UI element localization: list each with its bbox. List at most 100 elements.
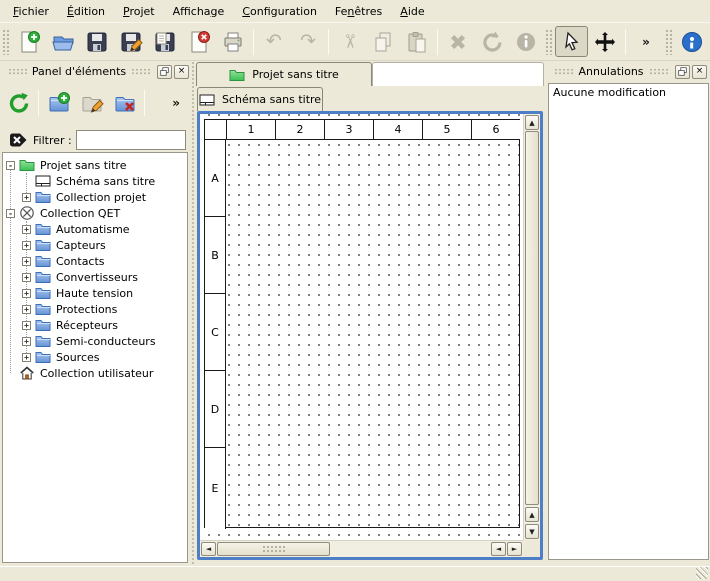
- tree-item-convertisseurs[interactable]: + Convertisseurs: [3, 269, 187, 285]
- up-arrow-icon: ▲: [529, 511, 534, 519]
- edit-category-button[interactable]: [75, 87, 108, 120]
- undo-panel-titlebar[interactable]: Annulations ×: [549, 62, 707, 81]
- about-info-button[interactable]: [675, 26, 709, 58]
- menu-aide[interactable]: Aide: [391, 2, 433, 21]
- paste-button[interactable]: [400, 26, 434, 58]
- undo-history-list[interactable]: Aucune modification: [548, 83, 709, 560]
- scroll-up-button[interactable]: ▲: [525, 115, 539, 130]
- expander-icon[interactable]: +: [22, 305, 31, 314]
- open-folder-icon: [51, 30, 75, 54]
- delete-category-button[interactable]: [108, 87, 141, 120]
- tree-item-automatisme[interactable]: + Automatisme: [3, 221, 187, 237]
- clear-filter-icon[interactable]: [8, 130, 28, 150]
- reload-collections-button[interactable]: [2, 87, 35, 120]
- save-button[interactable]: [80, 26, 114, 58]
- redo-button[interactable]: ↷: [291, 26, 325, 58]
- menu-edition[interactable]: Édition: [58, 2, 114, 21]
- save-all-button[interactable]: [148, 26, 182, 58]
- row-header: A: [205, 140, 226, 217]
- expander-icon[interactable]: +: [22, 257, 31, 266]
- schematic-view[interactable]: 1 2 3 4 5 6 A B C D E: [197, 111, 543, 560]
- expander-icon[interactable]: +: [22, 321, 31, 330]
- menu-fichier[interactable]: Fichier: [4, 2, 58, 21]
- toolbar-drag-handle[interactable]: [2, 29, 10, 55]
- panel-overflow-button[interactable]: »: [172, 96, 190, 110]
- scroll-left-button[interactable]: ◄: [201, 542, 216, 556]
- scroll-left-button[interactable]: ◄: [491, 542, 506, 556]
- tree-item-semi-conducteurs[interactable]: + Semi-conducteurs: [3, 333, 187, 349]
- toolbar-drag-handle[interactable]: [545, 29, 553, 55]
- folder-add-icon: [47, 91, 71, 115]
- toolbar-overflow-button[interactable]: »: [629, 26, 663, 58]
- expander-icon[interactable]: -: [6, 209, 15, 218]
- expander-icon[interactable]: +: [22, 241, 31, 250]
- undo-button[interactable]: ↶: [257, 26, 291, 58]
- expander-icon[interactable]: +: [22, 289, 31, 298]
- horizontal-scroll-thumb[interactable]: [217, 542, 330, 556]
- new-project-button[interactable]: [12, 26, 46, 58]
- printer-icon: [221, 30, 245, 54]
- close-panel-button[interactable]: ×: [174, 65, 189, 79]
- new-category-button[interactable]: [42, 87, 75, 120]
- thumb-grip: [262, 545, 286, 554]
- menu-configuration[interactable]: Configuration: [233, 2, 326, 21]
- tree-item-haute-tension[interactable]: + Haute tension: [3, 285, 187, 301]
- schematic-canvas[interactable]: 1 2 3 4 5 6 A B C D E: [200, 114, 523, 540]
- toolbar-separator: [253, 29, 254, 55]
- cut-button[interactable]: ✂: [332, 26, 366, 58]
- filter-input[interactable]: [76, 130, 186, 150]
- tree-item-capteurs[interactable]: + Capteurs: [3, 237, 187, 253]
- tree-item-collection-projet[interactable]: + Collection projet: [3, 189, 187, 205]
- copy-button[interactable]: [366, 26, 400, 58]
- scroll-down-button[interactable]: ▼: [525, 524, 539, 539]
- expander-icon[interactable]: +: [22, 337, 31, 346]
- scroll-up-button[interactable]: ▲: [525, 507, 539, 522]
- expander-icon[interactable]: +: [22, 225, 31, 234]
- float-panel-button[interactable]: [157, 65, 172, 79]
- menu-fenetres[interactable]: Fenêtres: [326, 2, 391, 21]
- rotate-button[interactable]: [475, 26, 509, 58]
- tree-item-protections[interactable]: + Protections: [3, 301, 187, 317]
- float-panel-button[interactable]: [675, 65, 690, 79]
- expander-icon[interactable]: +: [22, 273, 31, 282]
- blue-folder-icon: [35, 253, 51, 269]
- tree-item-contacts[interactable]: + Contacts: [3, 253, 187, 269]
- element-info-button[interactable]: [509, 26, 543, 58]
- selection-mode-button[interactable]: [555, 26, 588, 57]
- pan-mode-button[interactable]: [588, 26, 622, 58]
- scroll-right-button[interactable]: ►: [507, 542, 522, 556]
- blue-folder-icon: [35, 301, 51, 317]
- resize-grip[interactable]: [696, 567, 708, 579]
- elements-panel-titlebar[interactable]: Panel d'éléments ×: [3, 62, 189, 81]
- expander-icon[interactable]: +: [22, 193, 31, 202]
- tree-item-sources[interactable]: + Sources: [3, 349, 187, 365]
- elements-panel-title: Panel d'éléments: [32, 65, 126, 78]
- tab-projet-sans-titre[interactable]: Projet sans titre: [196, 62, 372, 86]
- menu-projet[interactable]: Projet: [114, 2, 164, 21]
- tree-item-schema-sans-titre[interactable]: Schéma sans titre: [3, 173, 187, 189]
- blue-folder-icon: [35, 333, 51, 349]
- tab-schema-sans-titre[interactable]: Schéma sans titre: [197, 87, 323, 111]
- expander-icon[interactable]: +: [22, 353, 31, 362]
- vertical-scroll-thumb[interactable]: [525, 131, 539, 505]
- vertical-scrollbar[interactable]: ▲ ▲ ▼: [523, 114, 540, 540]
- toolbar-drag-handle[interactable]: [665, 29, 673, 55]
- save-as-button[interactable]: [114, 26, 148, 58]
- column-header: 6: [471, 120, 520, 140]
- tree-item-collection-qet[interactable]: - Collection QET: [3, 205, 187, 221]
- close-panel-button[interactable]: ×: [692, 65, 707, 79]
- delete-button[interactable]: [441, 26, 475, 58]
- expander-icon[interactable]: -: [6, 161, 15, 170]
- open-button[interactable]: [46, 26, 80, 58]
- tree-item-collection-utilisateur[interactable]: Collection utilisateur: [3, 365, 187, 381]
- tree-item-recepteurs[interactable]: + Récepteurs: [3, 317, 187, 333]
- tree-item-projet-sans-titre[interactable]: - Projet sans titre: [3, 157, 187, 173]
- main-toolbar: ↶ ↷ ✂ » »: [0, 23, 710, 61]
- tabbar-empty-area: [372, 62, 544, 86]
- blue-folder-icon: [35, 189, 51, 205]
- close-file-button[interactable]: [182, 26, 216, 58]
- toolbar-separator: [144, 90, 145, 116]
- menu-affichage[interactable]: Affichage: [164, 2, 234, 21]
- horizontal-scrollbar[interactable]: ◄ ◄ ►: [200, 540, 523, 557]
- print-button[interactable]: [216, 26, 250, 58]
